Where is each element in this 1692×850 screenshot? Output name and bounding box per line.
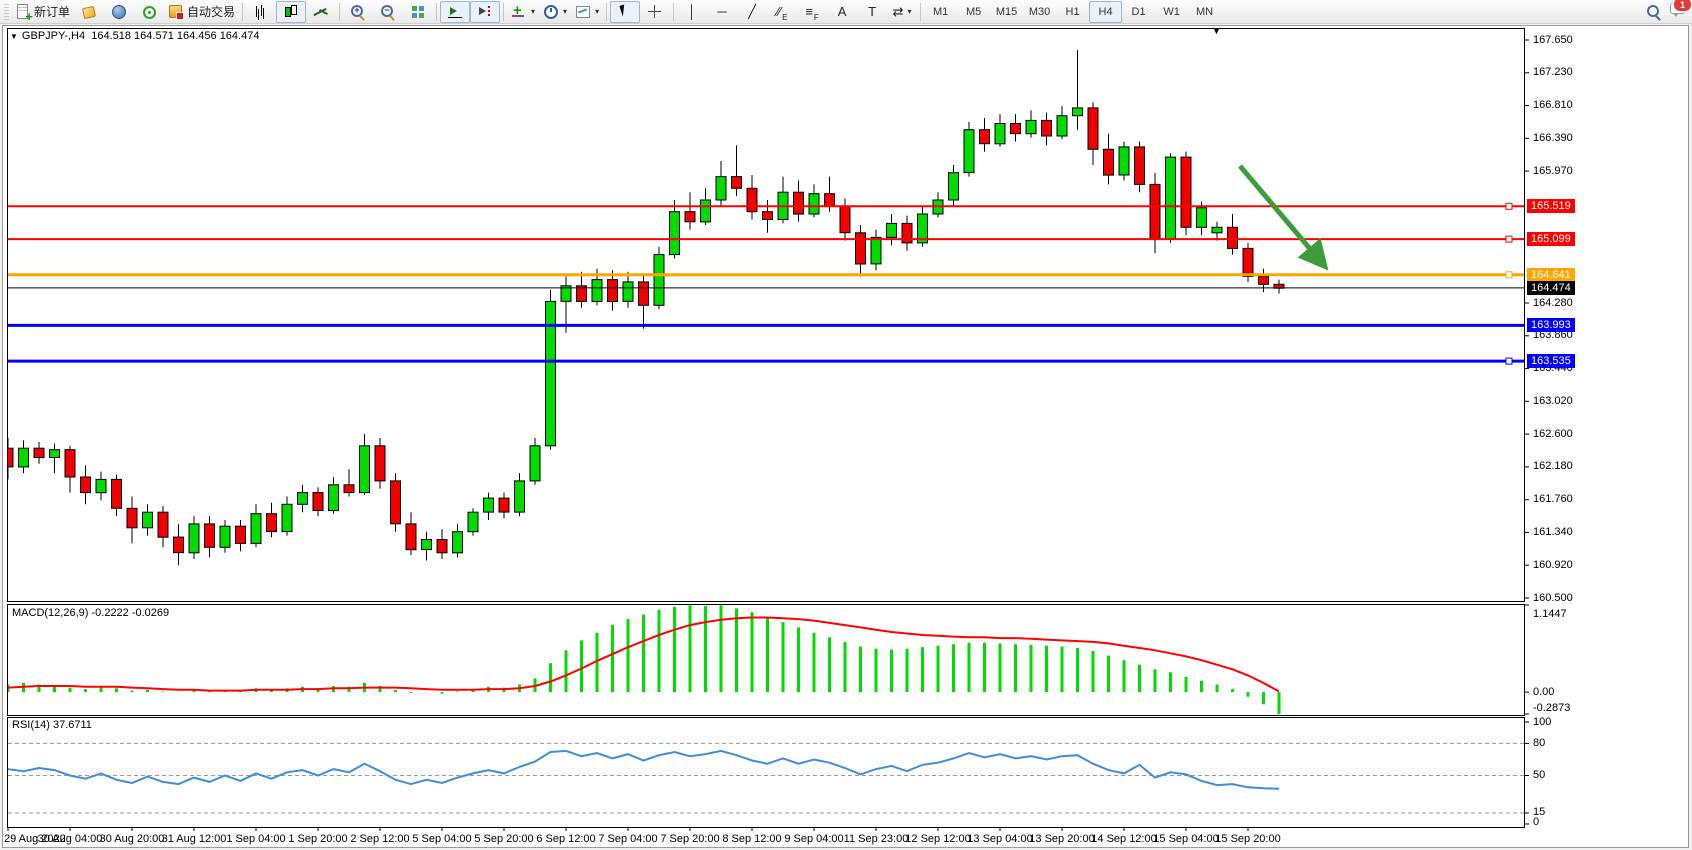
rsi-tick-label: 0 <box>1533 816 1539 829</box>
pivot-line-handle[interactable] <box>1506 272 1512 278</box>
date-label: 14 Sep 12:00 <box>1091 833 1156 846</box>
macd-indicator-label: MACD(12,26,9) -0.2222 -0.0269 <box>12 607 169 620</box>
date-label: 1 Sep 04:00 <box>226 833 285 846</box>
date-label: 9 Sep 04:00 <box>784 833 843 846</box>
current-price-badge: 164.474 <box>1527 281 1575 295</box>
macd-min-label: -0.2873 <box>1533 702 1570 715</box>
price-tick-label: 160.500 <box>1533 592 1573 605</box>
price-tick-label: 161.760 <box>1533 493 1573 506</box>
date-label: 31 Aug 12:00 <box>162 833 227 846</box>
chart-shift-marker[interactable]: ▼ <box>1212 26 1221 36</box>
symbol-dropdown-icon[interactable]: ▼ <box>10 32 18 41</box>
main-chart-panel[interactable] <box>8 29 1525 602</box>
price-tick-label: 160.920 <box>1533 559 1573 572</box>
symbol-title: GBPJPY-,H4 <box>22 30 85 42</box>
rsi-tick-label: 50 <box>1533 769 1545 782</box>
rsi-panel[interactable] <box>8 718 1525 828</box>
rsi-tick-label: 80 <box>1533 737 1545 750</box>
price-level-badge: 163.535 <box>1527 354 1575 368</box>
price-tick-label: 163.020 <box>1533 395 1573 408</box>
chart-legend: ▼ GBPJPY-,H4 164.518 164.571 164.456 164.… <box>10 30 259 43</box>
price-tick-label: 161.340 <box>1533 526 1573 539</box>
date-label: 15 Sep 20:00 <box>1215 833 1280 846</box>
ohlc-values: 164.518 164.571 164.456 164.474 <box>91 30 259 42</box>
date-label: 13 Sep 20:00 <box>1029 833 1094 846</box>
price-tick-label: 162.180 <box>1533 460 1573 473</box>
date-label: 7 Sep 20:00 <box>660 833 719 846</box>
price-level-badge: 164.641 <box>1527 268 1575 282</box>
date-label: 6 Sep 12:00 <box>536 833 595 846</box>
price-tick-label: 162.600 <box>1533 428 1573 441</box>
rsi-indicator-label: RSI(14) 37.6711 <box>12 719 92 732</box>
mt4-terminal: 新订单自动交易+−▾▾▾│─╱∕∕E≡FAT⇄▾M1M5M15M30H1H4D1… <box>0 0 1692 850</box>
price-level-badge: 163.993 <box>1527 318 1575 332</box>
resistance-line-1-handle[interactable] <box>1506 203 1512 209</box>
price-level-badge: 165.519 <box>1527 199 1575 213</box>
macd-max-label: 1.1447 <box>1533 608 1567 621</box>
price-tick-label: 167.650 <box>1533 34 1573 47</box>
date-label: 11 Sep 23:00 <box>844 833 909 846</box>
date-label: 1 Sep 20:00 <box>288 833 347 846</box>
price-tick-label: 165.970 <box>1533 165 1573 178</box>
date-label: 13 Sep 04:00 <box>967 833 1032 846</box>
date-label: 5 Sep 04:00 <box>412 833 471 846</box>
date-label: 5 Sep 20:00 <box>474 833 533 846</box>
date-label: 15 Sep 04:00 <box>1153 833 1218 846</box>
price-tick-label: 167.230 <box>1533 66 1573 79</box>
date-label: 30 Aug 04:00 <box>38 833 103 846</box>
price-tick-label: 166.810 <box>1533 99 1573 112</box>
rsi-tick-label: 100 <box>1533 716 1551 729</box>
date-label: 30 Aug 20:00 <box>100 833 165 846</box>
price-tick-label: 166.390 <box>1533 132 1573 145</box>
chart-canvas[interactable] <box>0 0 1692 850</box>
date-label: 12 Sep 12:00 <box>905 833 970 846</box>
price-tick-label: 164.280 <box>1533 297 1573 310</box>
date-label: 8 Sep 12:00 <box>722 833 781 846</box>
price-level-badge: 165.099 <box>1527 232 1575 246</box>
macd-zero-label: 0.00 <box>1533 686 1554 699</box>
date-label: 2 Sep 12:00 <box>350 833 409 846</box>
date-label: 7 Sep 04:00 <box>598 833 657 846</box>
resistance-line-2-handle[interactable] <box>1506 236 1512 242</box>
support-line-2-handle[interactable] <box>1506 358 1512 364</box>
